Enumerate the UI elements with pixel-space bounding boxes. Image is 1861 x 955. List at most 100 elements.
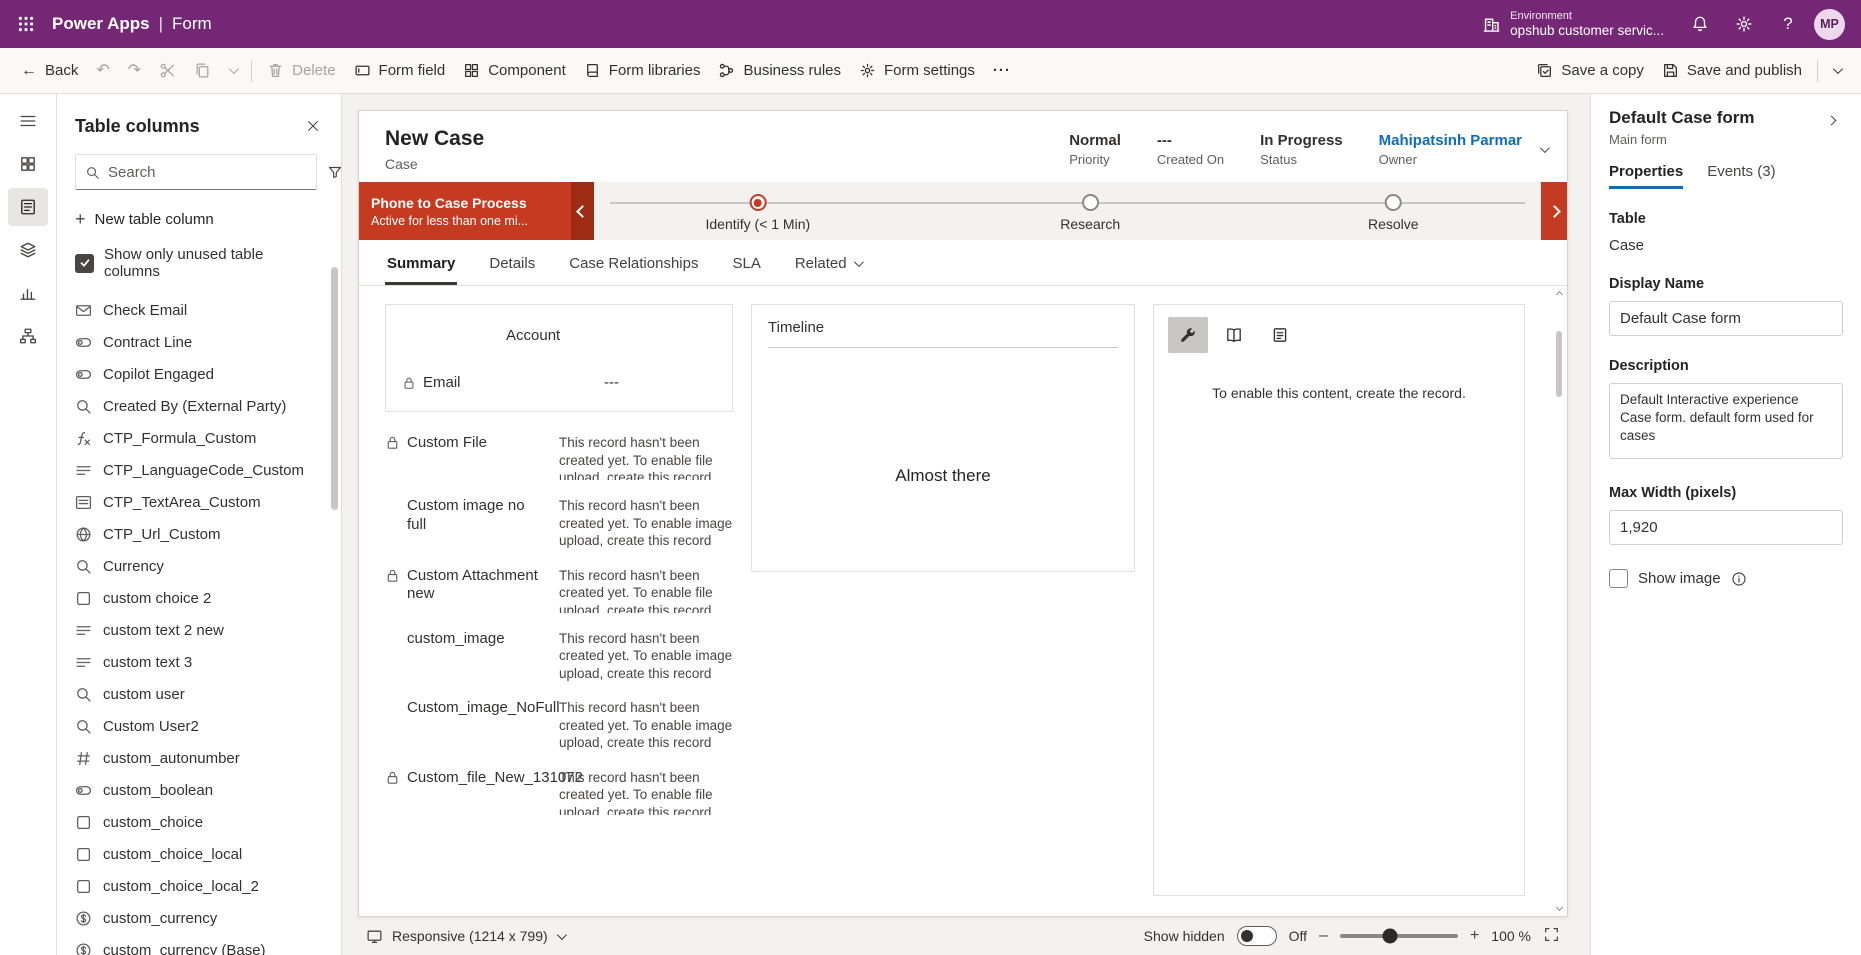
waffle-menu-icon[interactable] [4,0,48,48]
bpf-stage[interactable]: Resolve [1368,182,1419,233]
environment-picker[interactable]: Environment opshub customer servic... [1482,10,1664,38]
business-rules-button[interactable]: Business rules [709,54,850,88]
column-list-item[interactable]: custom_currency (Base) [75,934,331,955]
form-field-row[interactable]: Custom FileThis record hasn't been creat… [385,434,733,480]
help-icon[interactable]: ? [1766,0,1810,48]
new-table-column-button[interactable]: + New table column [57,200,341,238]
copy-button[interactable] [185,54,220,88]
columns-tool-button[interactable] [1214,317,1254,353]
note-tool-button[interactable] [1260,317,1300,353]
column-list-item[interactable]: Created By (External Party) [75,390,331,422]
form-field-button[interactable]: Form field [345,54,455,88]
form-tab-related[interactable]: Related [793,255,863,285]
wrench-tool-button[interactable] [1168,317,1208,353]
show-image-option[interactable]: Show image [1609,569,1843,588]
max-width-input[interactable] [1609,510,1843,545]
timeline-card[interactable]: Timeline Almost there [751,304,1135,572]
checkbox-unchecked[interactable] [1609,569,1628,588]
column-list-item[interactable]: Check Email [75,294,331,326]
header-field-value[interactable]: Mahipatsinh Parmar [1379,132,1522,149]
settings-gear-icon[interactable] [1722,0,1766,48]
panel-collapse-button[interactable] [1819,108,1843,132]
description-input[interactable]: Default Interactive experience Case form… [1609,383,1843,459]
cut-button[interactable] [150,54,185,88]
form-tab-case-relationships[interactable]: Case Relationships [567,255,700,285]
column-list-item[interactable]: custom_choice_local [75,838,331,870]
zoom-in-button[interactable]: + [1470,927,1479,945]
rail-tree-button[interactable] [8,317,48,355]
search-box[interactable] [75,154,317,190]
component-button[interactable]: Component [454,54,575,88]
tab-events-3-[interactable]: Events (3) [1707,163,1775,189]
stage-dot-icon[interactable] [1385,194,1402,211]
stage-dot-icon[interactable] [1082,194,1099,211]
form-field-row[interactable]: Custom_file_New_131072This record hasn't… [385,769,733,815]
tab-properties[interactable]: Properties [1609,163,1683,189]
canvas-scrollbar[interactable] [1553,292,1565,910]
column-list-item[interactable]: custom_choice_local_2 [75,870,331,902]
bpf-next-stage-button[interactable] [1541,182,1567,240]
form-field-row[interactable]: Custom_image_NoFullThis record hasn't be… [385,699,733,752]
header-field[interactable]: ---Created On [1157,132,1224,167]
header-field[interactable]: Mahipatsinh ParmarOwner [1379,132,1522,167]
form-field-row[interactable]: Custom image no fullThis record hasn't b… [385,497,733,550]
column-list-item[interactable]: custom_currency [75,902,331,934]
rail-data-button[interactable] [8,231,48,269]
bpf-stage[interactable]: Identify (< 1 Min) [706,182,811,233]
info-icon[interactable] [1731,571,1747,587]
notifications-bell-icon[interactable] [1678,0,1722,48]
form-tab-summary[interactable]: Summary [385,255,457,285]
zoom-slider[interactable] [1340,934,1458,938]
unused-columns-filter[interactable]: Show only unused table columns [57,238,341,290]
scrollbar-thumb[interactable] [1556,331,1562,397]
column-list-item[interactable]: Custom User2 [75,710,331,742]
close-icon[interactable] [299,112,327,140]
display-name-input[interactable] [1609,301,1843,336]
header-field[interactable]: NormalPriority [1069,132,1121,167]
zoom-slider-thumb[interactable] [1382,929,1397,944]
column-list-item[interactable]: Contract Line [75,326,331,358]
save-copy-button[interactable]: Save a copy [1527,54,1653,88]
column-list-item[interactable]: Copilot Engaged [75,358,331,390]
form-settings-button[interactable]: Form settings [850,54,984,88]
column-list-item[interactable]: custom user [75,678,331,710]
scroll-up-icon[interactable] [1555,291,1562,298]
delete-button[interactable]: Delete [258,54,344,88]
rail-insights-button[interactable] [8,274,48,312]
form-field-row[interactable]: custom_imageThis record hasn't been crea… [385,630,733,683]
column-list-item[interactable]: CTP_Url_Custom [75,518,331,550]
stage-dot-active-icon[interactable] [749,194,766,211]
save-split-dropdown[interactable] [1824,54,1849,88]
viewport-selector[interactable]: Responsive (1214 x 799) [366,928,564,945]
scroll-down-icon[interactable] [1555,904,1562,911]
column-list-item[interactable]: custom choice 2 [75,582,331,614]
rail-pages-button[interactable] [8,145,48,183]
overflow-menu-button[interactable]: ··· [984,54,1020,88]
app-name[interactable]: Power Apps [52,14,150,34]
panel-scrollbar[interactable] [331,267,338,510]
column-list-item[interactable]: custom_choice [75,806,331,838]
redo-button[interactable]: ↷ [119,54,150,88]
bpf-stage[interactable]: Research [1060,182,1120,233]
undo-button[interactable]: ↶ [87,54,118,88]
form-libraries-button[interactable]: Form libraries [575,54,710,88]
checkbox-checked[interactable] [75,254,94,273]
rail-menu-button[interactable] [8,102,48,140]
record-title[interactable]: New Case [385,127,484,151]
save-publish-button[interactable]: Save and publish [1653,54,1811,88]
rail-form-designer-button[interactable] [8,188,48,226]
bpf-collapse-button[interactable] [571,182,594,240]
form-field-row[interactable]: Custom Attachment newThis record hasn't … [385,567,733,613]
account-card[interactable]: Account Email --- [385,304,733,412]
column-list-item[interactable]: custom text 3 [75,646,331,678]
search-input[interactable] [108,164,307,181]
header-expand-chevron-icon[interactable] [1540,143,1550,153]
column-list-item[interactable]: custom_autonumber [75,742,331,774]
form-tab-sla[interactable]: SLA [730,255,762,285]
fit-to-screen-icon[interactable] [1543,926,1560,946]
paste-dropdown-button[interactable] [220,54,245,88]
back-button[interactable]: ← Back [12,54,87,88]
bpf-banner[interactable]: Phone to Case Process Active for less th… [359,182,571,240]
show-hidden-toggle[interactable] [1237,926,1277,946]
column-list-item[interactable]: CTP_Formula_Custom [75,422,331,454]
